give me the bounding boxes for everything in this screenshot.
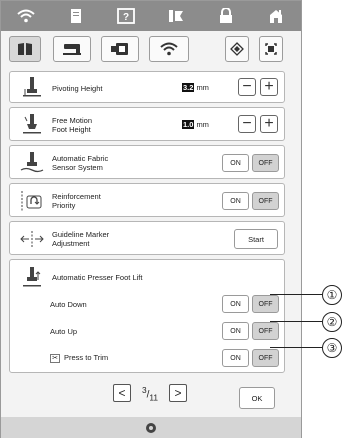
auto-down-on-button[interactable]: ON bbox=[222, 295, 249, 313]
guideline-row: Guideline Marker Adjustment Start bbox=[9, 221, 285, 255]
auto-down-label: Auto Down bbox=[50, 300, 87, 309]
document-icon[interactable] bbox=[58, 3, 94, 29]
tools-icon[interactable] bbox=[158, 3, 194, 29]
callout-line-2 bbox=[270, 321, 322, 323]
settings-gear-icon[interactable] bbox=[145, 422, 157, 434]
auto-lift-group: Automatic Presser Foot Lift Auto Down ON… bbox=[9, 259, 285, 373]
scissors-icon: ✂ bbox=[50, 353, 60, 363]
callout-3: ③ bbox=[322, 338, 342, 358]
auto-up-label: Auto Up bbox=[50, 327, 78, 336]
callout-2: ② bbox=[322, 312, 342, 332]
auto-down-toggle: ON OFF bbox=[222, 295, 279, 313]
wifi-icon[interactable] bbox=[8, 3, 44, 29]
pager: < 3/11 > OK bbox=[1, 379, 301, 409]
reinforcement-label-1: Reinforcement bbox=[52, 192, 101, 201]
auto-lift-title: Automatic Presser Foot Lift bbox=[52, 273, 143, 282]
book-icon[interactable] bbox=[9, 36, 41, 62]
free-motion-row: Free Motion Foot Height 1.0 mm − + bbox=[9, 107, 285, 141]
svg-text:?: ? bbox=[123, 12, 129, 23]
free-motion-label-2: Foot Height bbox=[52, 125, 91, 134]
screen-icon[interactable] bbox=[259, 36, 283, 62]
fabric-sensor-on-button[interactable]: ON bbox=[222, 154, 249, 172]
pivoting-height-row: Pivoting Height 3.2 mm − + bbox=[9, 71, 285, 103]
free-motion-minus-button[interactable]: − bbox=[238, 115, 256, 133]
press-to-trim-on-button[interactable]: ON bbox=[222, 349, 249, 367]
home-icon[interactable] bbox=[258, 3, 294, 29]
auto-up-on-button[interactable]: ON bbox=[222, 322, 249, 340]
lock-icon[interactable] bbox=[208, 3, 244, 29]
prev-page-button[interactable]: < bbox=[113, 384, 131, 402]
guideline-label-1: Guideline Marker bbox=[52, 230, 110, 239]
reinforcement-on-button[interactable]: ON bbox=[222, 192, 249, 210]
fabric-sensor-label-1: Automatic Fabric bbox=[52, 154, 109, 163]
page-indicator: 3/11 bbox=[142, 385, 159, 403]
reinforcement-off-button[interactable]: OFF bbox=[252, 192, 279, 210]
press-to-trim-toggle: ON OFF bbox=[222, 349, 279, 367]
free-motion-value: 1.0 mm bbox=[182, 120, 209, 129]
auto-down-off-button[interactable]: OFF bbox=[252, 295, 279, 313]
diamond-icon[interactable] bbox=[225, 36, 249, 62]
help-icon[interactable]: ? bbox=[108, 3, 144, 29]
callout-line-1 bbox=[270, 294, 322, 296]
callout-line-3 bbox=[270, 347, 322, 349]
pivoting-height-minus-button[interactable]: − bbox=[238, 78, 256, 96]
fabric-sensor-icon bbox=[14, 149, 50, 177]
fabric-sensor-toggle: ON OFF bbox=[222, 154, 279, 172]
bottom-bar bbox=[1, 417, 301, 438]
free-motion-foot-icon bbox=[14, 111, 50, 139]
auto-up-off-button[interactable]: OFF bbox=[252, 322, 279, 340]
pivoting-height-value: 3.2 mm bbox=[182, 83, 209, 92]
reinforcement-row: Reinforcement Priority ON OFF bbox=[9, 183, 285, 217]
wifi-icon[interactable] bbox=[149, 36, 189, 62]
free-motion-label-1: Free Motion bbox=[52, 116, 93, 125]
pivoting-height-plus-button[interactable]: + bbox=[260, 78, 278, 96]
fabric-sensor-off-button[interactable]: OFF bbox=[252, 154, 279, 172]
presser-foot-lift-icon bbox=[14, 264, 50, 292]
reinforcement-toggle: ON OFF bbox=[222, 192, 279, 210]
category-tabs bbox=[1, 31, 301, 67]
ok-button[interactable]: OK bbox=[239, 387, 275, 409]
reinforcement-label-2: Priority bbox=[52, 201, 76, 210]
auto-up-toggle: ON OFF bbox=[222, 322, 279, 340]
free-motion-plus-button[interactable]: + bbox=[260, 115, 278, 133]
guideline-label-2: Adjustment bbox=[52, 239, 90, 248]
fabric-sensor-row: Automatic Fabric Sensor System ON OFF bbox=[9, 145, 285, 179]
next-page-button[interactable]: > bbox=[169, 384, 187, 402]
press-to-trim-label: ✂ Press to Trim bbox=[50, 353, 108, 363]
callout-1: ① bbox=[322, 285, 342, 305]
settings-panel: ? Pivoting Height 3.2 mm − + Free Motion… bbox=[0, 0, 302, 438]
sewing-machine-icon[interactable] bbox=[53, 36, 91, 62]
embroidery-icon[interactable] bbox=[101, 36, 139, 62]
top-toolbar: ? bbox=[1, 1, 301, 31]
presser-foot-icon bbox=[14, 74, 50, 102]
pivoting-height-label: Pivoting Height bbox=[52, 84, 103, 93]
guideline-start-button[interactable]: Start bbox=[234, 229, 278, 249]
reinforcement-icon bbox=[14, 187, 50, 215]
guideline-marker-icon bbox=[14, 225, 50, 253]
press-to-trim-off-button[interactable]: OFF bbox=[252, 349, 279, 367]
fabric-sensor-label-2: Sensor System bbox=[52, 163, 103, 172]
